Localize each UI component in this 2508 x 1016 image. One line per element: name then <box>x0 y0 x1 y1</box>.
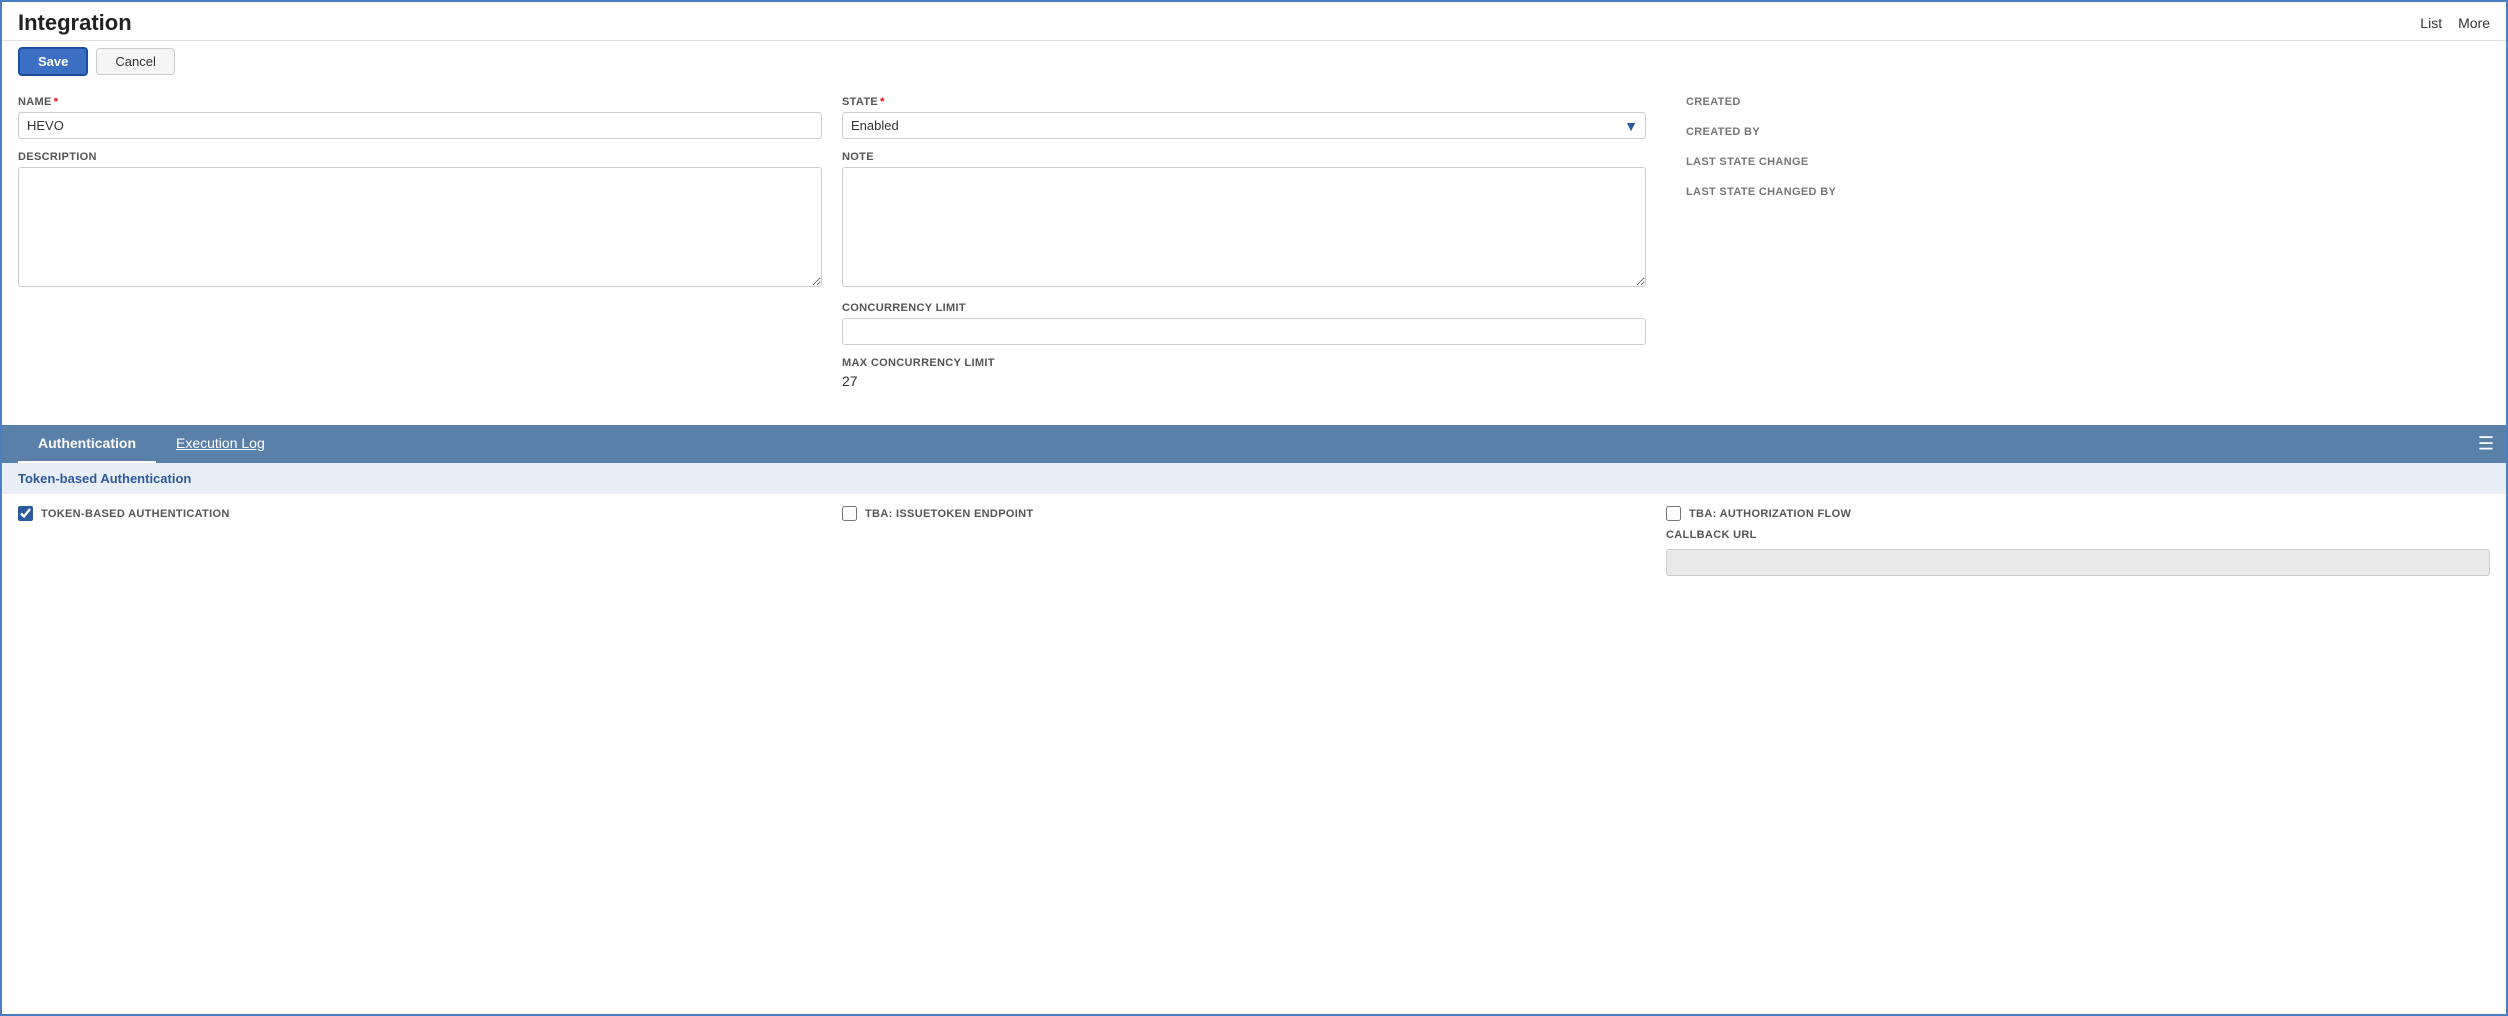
name-input[interactable] <box>18 112 822 139</box>
auth-section: Token-based Authentication TOKEN-BASED A… <box>2 463 2506 588</box>
concurrency-limit-label: CONCURRENCY LIMIT <box>842 302 1646 314</box>
state-label: STATE* <box>842 96 1646 108</box>
token-based-auth-label: TOKEN-BASED AUTHENTICATION <box>41 508 230 520</box>
token-based-auth-checkbox[interactable] <box>18 506 33 521</box>
cancel-button[interactable]: Cancel <box>96 48 174 75</box>
name-required-star: * <box>54 96 59 108</box>
created-label: CREATED <box>1686 96 2490 108</box>
state-select[interactable]: Enabled Disabled <box>842 112 1646 139</box>
save-button[interactable]: Save <box>18 47 88 76</box>
state-required-star: * <box>880 96 885 108</box>
issuetoken-endpoint-label: TBA: ISSUETOKEN ENDPOINT <box>865 508 1033 520</box>
description-textarea[interactable] <box>18 167 822 287</box>
last-state-change-label: LAST STATE CHANGE <box>1686 156 2490 168</box>
note-label: NOTE <box>842 151 1646 163</box>
list-link[interactable]: List <box>2420 15 2442 31</box>
max-concurrency-limit-label: MAX CONCURRENCY LIMIT <box>842 357 1646 369</box>
tab-menu-icon[interactable]: ☰ <box>2478 434 2494 455</box>
max-concurrency-limit-value: 27 <box>842 373 1646 389</box>
callback-url-label: CALLBACK URL <box>1666 529 2490 541</box>
tab-bar: Authentication Execution Log ☰ <box>2 425 2506 463</box>
note-textarea[interactable] <box>842 167 1646 287</box>
tab-execution-log[interactable]: Execution Log <box>156 425 285 463</box>
tab-authentication[interactable]: Authentication <box>18 425 156 463</box>
more-link[interactable]: More <box>2458 15 2490 31</box>
page-title: Integration <box>18 10 132 36</box>
concurrency-limit-input[interactable] <box>842 318 1646 345</box>
auth-section-header: Token-based Authentication <box>2 463 2506 494</box>
issuetoken-endpoint-checkbox[interactable] <box>842 506 857 521</box>
last-state-changed-by-label: LAST STATE CHANGED BY <box>1686 186 2490 198</box>
description-label: DESCRIPTION <box>18 151 822 163</box>
name-label: NAME* <box>18 96 822 108</box>
authorization-flow-checkbox[interactable] <box>1666 506 1681 521</box>
authorization-flow-label: TBA: AUTHORIZATION FLOW <box>1689 508 1851 520</box>
callback-url-input[interactable] <box>1666 549 2490 576</box>
created-by-label: CREATED BY <box>1686 126 2490 138</box>
